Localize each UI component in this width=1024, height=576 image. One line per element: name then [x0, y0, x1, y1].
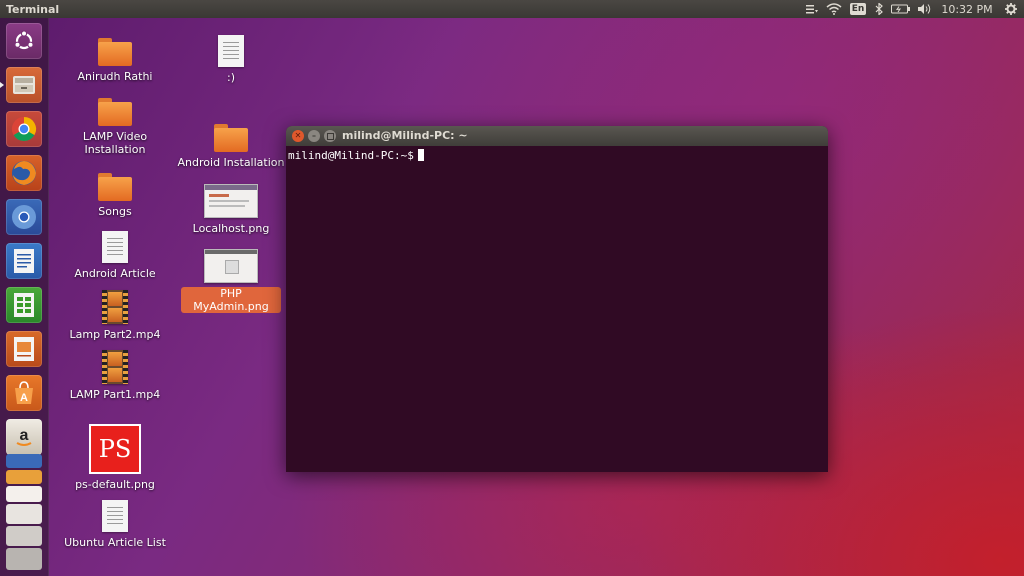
top-panel: Terminal En 10:32 PM — [0, 0, 1024, 18]
launcher-firefox[interactable] — [4, 153, 44, 193]
clock[interactable]: 10:32 PM — [936, 0, 998, 18]
desktop-item[interactable]: Android Installation — [178, 124, 284, 169]
launcher-software-center[interactable]: A — [4, 373, 44, 413]
facebook-icon — [6, 454, 42, 468]
writer-icon — [6, 243, 42, 279]
desktop-item[interactable]: LAMP Video Installation — [65, 98, 165, 156]
software-center-icon: A — [6, 375, 42, 411]
desktop-item[interactable]: PHP MyAdmin.png — [181, 249, 281, 313]
launcher-files[interactable] — [0, 65, 44, 105]
chrome-icon — [6, 111, 42, 147]
terminal-cursor — [417, 149, 424, 161]
desktop-item-label: LAMP Video Installation — [82, 130, 148, 156]
document-icon — [218, 35, 244, 67]
ubuntu-logo-icon — [6, 23, 42, 59]
desktop-item[interactable]: LAMP Part1.mp4 — [65, 350, 165, 401]
running-indicator — [0, 82, 4, 88]
terminal-titlebar[interactable]: ✕ – milind@Milind-PC: ~ — [286, 126, 828, 146]
desktop-item-label: Android Article — [74, 267, 156, 280]
terminal-title: milind@Milind-PC: ~ — [342, 129, 468, 142]
video-icon — [102, 290, 128, 324]
desktop-item[interactable]: Songs — [65, 173, 165, 218]
image-thumbnail-icon — [204, 184, 258, 218]
desktop-item[interactable]: Anirudh Rathi — [65, 38, 165, 83]
app-icon — [6, 504, 42, 524]
trash-icon[interactable] — [6, 548, 42, 570]
app-icon — [6, 470, 42, 484]
image-thumbnail-icon — [204, 249, 258, 283]
volume-icon[interactable] — [914, 0, 936, 18]
desktop-item-label: Android Installation — [177, 156, 285, 169]
image-thumbnail-icon: PS — [89, 424, 141, 474]
desktop-item-label: Lamp Part2.mp4 — [69, 328, 161, 341]
active-app-title: Terminal — [6, 2, 60, 16]
launcher-writer[interactable] — [4, 241, 44, 281]
desktop-item-label: PHP MyAdmin.png — [181, 287, 281, 313]
close-icon: ✕ — [294, 131, 302, 140]
keyboard-layout-badge: En — [849, 3, 867, 15]
terminal-prompt: milind@Milind-PC:~$ — [288, 149, 414, 162]
folder-icon — [98, 38, 132, 66]
launcher-calc[interactable] — [4, 285, 44, 325]
desktop-item-label: LAMP Part1.mp4 — [69, 388, 161, 401]
terminal-window[interactable]: ✕ – milind@Milind-PC: ~ milind@Milind-PC… — [286, 126, 828, 472]
maximize-button[interactable] — [324, 130, 336, 142]
desktop-item[interactable]: Ubuntu Article List — [60, 500, 170, 549]
desktop-item[interactable]: PS ps-default.png — [65, 424, 165, 491]
amazon-icon: a — [6, 419, 42, 455]
document-icon — [102, 500, 128, 532]
impress-icon — [6, 331, 42, 367]
desktop-item-label: Songs — [98, 205, 132, 218]
bluetooth-icon[interactable] — [870, 0, 888, 18]
folder-icon — [214, 124, 248, 152]
desktop-item-label: Ubuntu Article List — [64, 536, 166, 549]
svg-text:A: A — [20, 392, 28, 404]
launcher-overflow-stack[interactable] — [4, 454, 44, 576]
folder-icon — [98, 98, 132, 126]
menu-icon[interactable] — [802, 0, 822, 18]
chromium-icon — [6, 199, 42, 235]
folder-icon — [98, 173, 132, 201]
minimize-button[interactable]: – — [308, 130, 320, 142]
document-icon — [102, 231, 128, 263]
launcher-impress[interactable] — [4, 329, 44, 369]
desktop-item-label: ps-default.png — [75, 478, 155, 491]
firefox-icon — [6, 155, 42, 191]
svg-text:a: a — [20, 427, 29, 444]
launcher: A a — [0, 18, 49, 576]
system-tray: En 10:32 PM — [802, 0, 1024, 18]
maximize-icon — [326, 132, 334, 140]
keyboard-icon[interactable]: En — [846, 0, 870, 18]
launcher-dash-home[interactable] — [4, 21, 44, 61]
desktop-item[interactable]: :) — [181, 35, 281, 84]
launcher-amazon[interactable]: a — [4, 417, 44, 457]
desktop-item[interactable]: Localhost.png — [181, 184, 281, 235]
files-icon — [6, 67, 42, 103]
launcher-chrome[interactable] — [4, 109, 44, 149]
terminal-body[interactable]: milind@Milind-PC:~$ — [286, 146, 828, 165]
printer-icon — [6, 526, 42, 546]
desktop-item-label: :) — [227, 71, 235, 84]
desktop-item[interactable]: Android Article — [65, 231, 165, 280]
close-button[interactable]: ✕ — [292, 130, 304, 142]
mail-icon — [6, 486, 42, 502]
minimize-icon: – — [312, 131, 316, 140]
desktop-item-label: Anirudh Rathi — [77, 70, 153, 83]
gear-icon[interactable] — [998, 0, 1024, 18]
wifi-icon[interactable] — [822, 0, 846, 18]
desktop-item-label: Localhost.png — [192, 222, 270, 235]
video-icon — [102, 350, 128, 384]
launcher-chromium[interactable] — [4, 197, 44, 237]
desktop-item[interactable]: Lamp Part2.mp4 — [65, 290, 165, 341]
battery-icon[interactable] — [888, 0, 914, 18]
calc-icon — [6, 287, 42, 323]
